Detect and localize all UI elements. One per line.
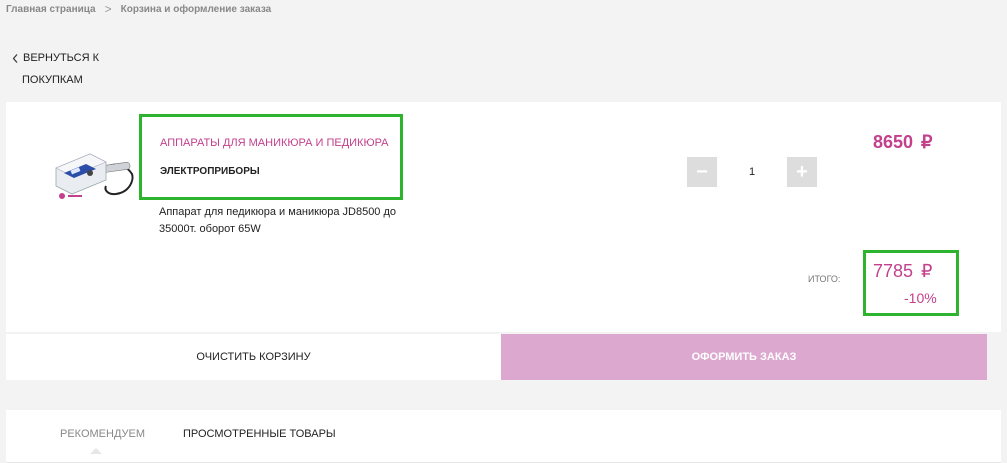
subcategory-link[interactable]: ЭЛЕКТРОПРИБОРЫ bbox=[160, 166, 260, 177]
category-link[interactable]: АППАРАТЫ ДЛЯ МАНИКЮРА И ПЕДИКЮРА bbox=[160, 137, 389, 149]
item-price: 8650 ₽ bbox=[873, 132, 933, 153]
chevron-right-icon: > bbox=[104, 2, 112, 16]
product-image[interactable] bbox=[46, 140, 138, 208]
back-label-line2: ПОКУПКАМ bbox=[22, 74, 83, 86]
discount-badge: -10% bbox=[904, 290, 937, 306]
minus-icon: − bbox=[696, 160, 708, 183]
back-label-line1: ВЕРНУТЬСЯ К bbox=[23, 52, 99, 64]
breadcrumb-home[interactable]: Главная страница bbox=[6, 4, 96, 15]
plus-icon: + bbox=[796, 160, 808, 183]
ruble-icon: ₽ bbox=[921, 261, 933, 281]
checkout-button[interactable]: ОФОРМИТЬ ЗАКАЗ bbox=[501, 334, 987, 380]
category-highlight-frame bbox=[139, 114, 403, 200]
increase-quantity-button[interactable]: + bbox=[787, 157, 817, 187]
cart-actions: ОЧИСТИТЬ КОРЗИНУ ОФОРМИТЬ ЗАКАЗ bbox=[6, 334, 1001, 380]
breadcrumb-current: Корзина и оформление заказа bbox=[120, 3, 272, 15]
product-description[interactable]: Аппарат для педикюра и маникюра JD8500 д… bbox=[159, 204, 404, 238]
total-highlight-frame bbox=[863, 250, 959, 316]
product-tabs: РЕКОМЕНДУЕМ ПРОСМОТРЕННЫЕ ТОВАРЫ bbox=[6, 410, 1001, 463]
tab-recommend[interactable]: РЕКОМЕНДУЕМ bbox=[60, 428, 145, 440]
total-label: ИТОГО: bbox=[808, 274, 841, 284]
total-price-value: 7785 bbox=[873, 261, 914, 281]
total-price: 7785 ₽ bbox=[873, 261, 933, 282]
active-tab-indicator bbox=[90, 448, 102, 454]
breadcrumb: Главная страница > Корзина и оформление … bbox=[6, 2, 271, 16]
quantity-value[interactable]: 1 bbox=[717, 166, 787, 178]
clear-cart-button[interactable]: ОЧИСТИТЬ КОРЗИНУ bbox=[6, 334, 501, 380]
cart-item-card: АППАРАТЫ ДЛЯ МАНИКЮРА И ПЕДИКЮРА ЭЛЕКТРО… bbox=[6, 102, 1001, 332]
chevron-left-icon bbox=[12, 53, 18, 63]
back-to-shopping-link[interactable]: ВЕРНУТЬСЯ К ПОКУПКАМ bbox=[12, 47, 99, 91]
item-price-value: 8650 bbox=[873, 132, 914, 152]
ruble-icon: ₽ bbox=[921, 132, 933, 152]
tab-viewed[interactable]: ПРОСМОТРЕННЫЕ ТОВАРЫ bbox=[183, 428, 336, 440]
decrease-quantity-button[interactable]: − bbox=[687, 157, 717, 187]
quantity-stepper: − 1 + bbox=[687, 157, 817, 187]
